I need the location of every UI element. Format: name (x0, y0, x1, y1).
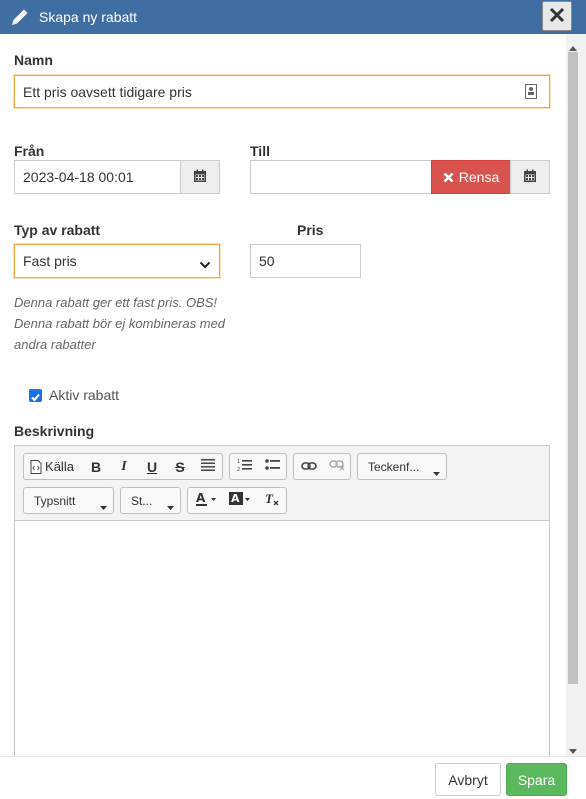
discount-type-select[interactable]: Fast pris (14, 244, 220, 278)
remove-format-icon: T (264, 491, 280, 510)
strikethrough-button[interactable]: S (168, 454, 192, 479)
italic-button[interactable]: I (112, 454, 136, 479)
to-calendar-button[interactable] (510, 160, 550, 194)
italic-icon: I (121, 458, 127, 474)
discount-type-label: Typ av rabatt (14, 222, 101, 238)
svg-text:1: 1 (237, 459, 240, 465)
to-date-field[interactable] (250, 160, 432, 194)
help-line: Denna rabatt bör ej kombineras med (14, 316, 226, 331)
size-combo-value: St... (131, 493, 153, 508)
caret-down-icon (100, 499, 107, 513)
calendar-icon (193, 169, 207, 186)
toolbar-group-links (293, 453, 351, 480)
dialog-footer: Avbryt Spara (0, 756, 586, 799)
font-combo-value: Typsnitt (34, 493, 76, 508)
link-button[interactable] (296, 454, 322, 479)
toolbar-group-colors: A A T (187, 487, 287, 514)
format-combo-value: Teckenf... (368, 459, 420, 474)
bold-button[interactable]: B (84, 454, 108, 479)
editor-content-area[interactable] (15, 522, 549, 764)
source-icon (30, 459, 42, 474)
from-label: Från (14, 143, 45, 159)
bullet-list-icon (265, 458, 281, 475)
underline-icon: U (146, 458, 158, 475)
to-label: Till (250, 143, 270, 159)
caret-down-icon (167, 499, 174, 513)
price-field[interactable]: 50 (250, 244, 361, 278)
bold-icon: B (90, 458, 102, 475)
strikethrough-icon: S (175, 458, 185, 475)
text-color-icon: A (195, 491, 219, 510)
scrollbar-thumb[interactable] (568, 52, 578, 684)
checkmark-icon (30, 390, 41, 406)
underline-button[interactable]: U (140, 454, 164, 479)
from-date-value: 2023-04-18 00:01 (23, 169, 134, 185)
unlink-button[interactable] (324, 454, 350, 479)
background-color-icon: A (229, 491, 253, 510)
scrollbar[interactable] (566, 34, 586, 756)
name-field[interactable]: Ett pris oavsett tidigare pris (14, 75, 550, 108)
numbered-list-button[interactable]: 1 2 (232, 454, 258, 479)
horizontal-line-button[interactable] (196, 454, 220, 479)
discount-type-value: Fast pris (23, 253, 77, 269)
rich-text-editor: Källa B I U S 1 2 Teckenf... Typsnitt St… (14, 445, 550, 765)
toolbar-group-lists: 1 2 (229, 453, 287, 480)
dialog-title: Skapa ny rabatt (39, 9, 138, 25)
source-button[interactable]: Källa (26, 454, 78, 479)
unlink-icon (329, 459, 345, 474)
text-color-button[interactable]: A (192, 488, 222, 513)
contact-card-icon (525, 84, 537, 102)
cancel-button[interactable]: Avbryt (435, 763, 501, 796)
close-button[interactable] (542, 1, 572, 31)
help-line: andra rabatter (14, 337, 96, 352)
help-line: Denna rabatt ger ett fast pris. OBS! (14, 295, 218, 310)
name-label: Namn (14, 52, 53, 68)
numbered-list-icon: 1 2 (237, 458, 253, 475)
dialog-titlebar: Skapa ny rabatt (0, 0, 586, 34)
discount-help-text: Denna rabatt ger ett fast pris. OBS! Den… (14, 292, 225, 355)
svg-text:A: A (196, 491, 206, 505)
font-combo[interactable]: Typsnitt (23, 487, 114, 514)
pencil-icon (9, 6, 31, 31)
svg-text:2: 2 (237, 467, 240, 472)
background-color-button[interactable]: A (226, 488, 256, 513)
clear-date-label: Rensa (458, 169, 500, 185)
format-combo[interactable]: Teckenf... (357, 453, 447, 480)
svg-text:T: T (265, 491, 274, 506)
close-icon (549, 7, 565, 26)
active-checkbox-label: Aktiv rabatt (49, 387, 120, 403)
from-calendar-button[interactable] (180, 160, 220, 194)
remove-format-button[interactable]: T (260, 488, 284, 513)
toolbar-group-basic: Källa B I U S (23, 453, 223, 480)
name-field-value: Ett pris oavsett tidigare pris (23, 83, 192, 100)
calendar-icon (523, 169, 537, 186)
active-checkbox[interactable] (29, 389, 42, 402)
bullet-list-button[interactable] (260, 454, 286, 479)
link-icon (301, 459, 317, 474)
price-value: 50 (259, 253, 275, 269)
editor-toolbar: Källa B I U S 1 2 Teckenf... Typsnitt St… (15, 446, 549, 521)
horizontal-line-icon (200, 458, 216, 475)
clear-date-button[interactable]: Rensa (431, 160, 511, 194)
save-button[interactable]: Spara (506, 763, 567, 796)
description-label: Beskrivning (14, 423, 95, 439)
caret-down-icon (433, 465, 440, 479)
svg-text:A: A (231, 492, 240, 505)
chevron-down-icon (199, 256, 211, 272)
price-label: Pris (297, 222, 324, 238)
size-combo[interactable]: St... (120, 487, 181, 514)
from-date-field[interactable]: 2023-04-18 00:01 (14, 160, 181, 194)
close-icon (443, 172, 454, 183)
source-label: Källa (45, 459, 74, 474)
